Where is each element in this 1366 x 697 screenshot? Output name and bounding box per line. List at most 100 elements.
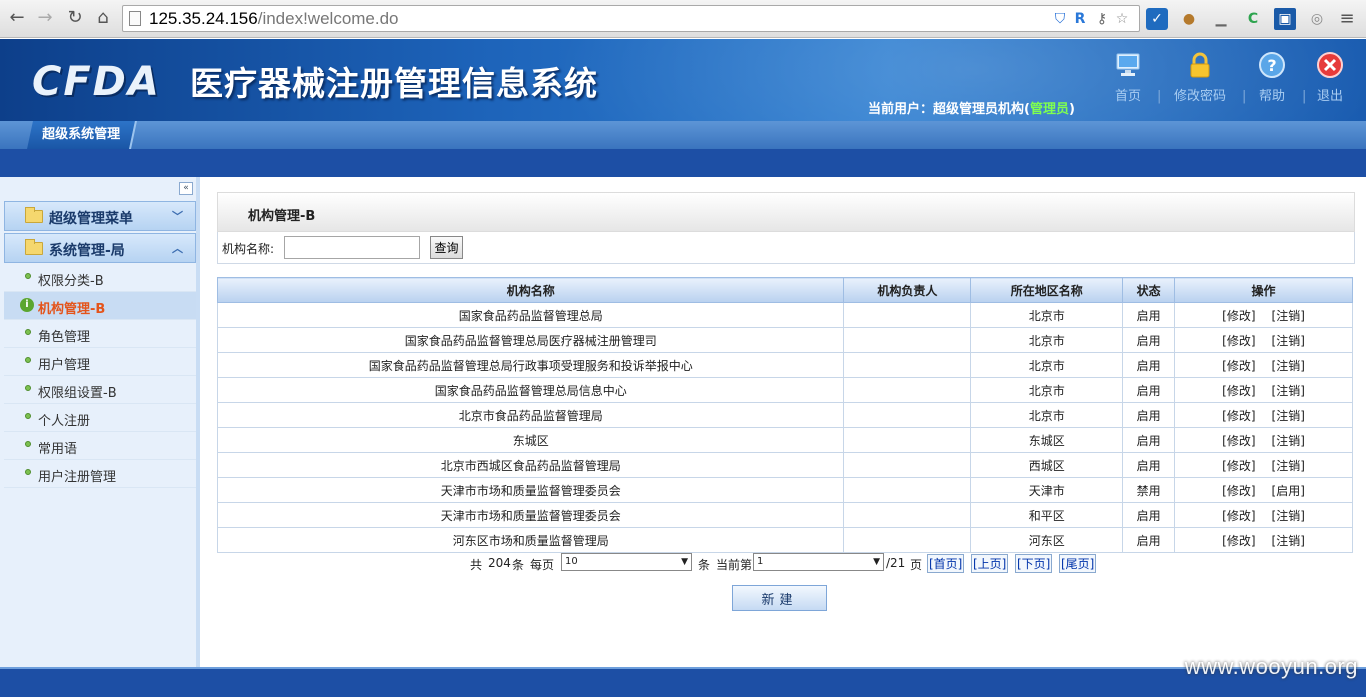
- edit-link[interactable]: [修改]: [1222, 534, 1255, 548]
- col-region[interactable]: 所在地区名称: [970, 277, 1124, 303]
- actions-cell: [修改] [注销]: [1174, 527, 1353, 553]
- owner-cell: [843, 452, 972, 478]
- menu-icon[interactable]: ≡: [1336, 8, 1358, 30]
- prev-page-link[interactable]: [上页]: [971, 554, 1009, 573]
- owner-cell: [843, 502, 972, 528]
- page-select[interactable]: 1 ▼: [753, 553, 884, 571]
- circle-icon[interactable]: ◎: [1306, 8, 1328, 30]
- org-name-cell: 北京市西城区食品药品监督管理局: [216, 452, 845, 478]
- edit-link[interactable]: [修改]: [1222, 409, 1255, 423]
- help-button[interactable]: ? 帮助: [1242, 51, 1302, 104]
- menu-group-system-admin[interactable]: 系统管理-局 ︿: [4, 233, 196, 263]
- sidebar-item-user-management[interactable]: 用户管理: [4, 348, 196, 376]
- toggle-status-link[interactable]: [注销]: [1272, 409, 1305, 423]
- sidebar-item-personal-registration[interactable]: 个人注册: [4, 404, 196, 432]
- question-icon: ?: [1259, 52, 1285, 78]
- sidebar-item-permission-group[interactable]: 权限组设置-B: [4, 376, 196, 404]
- toggle-status-link[interactable]: [注销]: [1272, 509, 1305, 523]
- toggle-status-link[interactable]: [启用]: [1272, 484, 1305, 498]
- sidebar-item-permission-category[interactable]: 权限分类-B: [4, 264, 196, 292]
- col-owner[interactable]: 机构负责人: [843, 277, 972, 303]
- sidebar-item-role-management[interactable]: 角色管理: [4, 320, 196, 348]
- toggle-status-link[interactable]: [注销]: [1272, 309, 1305, 323]
- actions-cell: [修改] [启用]: [1174, 477, 1353, 503]
- edit-link[interactable]: [修改]: [1222, 359, 1255, 373]
- panel-header: 机构管理-B: [217, 192, 1355, 232]
- per-page-select[interactable]: 10 ▼: [561, 553, 692, 571]
- sidebar-item-common-phrases[interactable]: 常用语: [4, 432, 196, 460]
- table-row: 国家食品药品监督管理总局 北京市 启用 [修改] [注销]: [216, 302, 1353, 328]
- monitor-icon: [1116, 53, 1140, 76]
- page-icon: [129, 11, 141, 26]
- toggle-status-link[interactable]: [注销]: [1272, 534, 1305, 548]
- col-status[interactable]: 状态: [1122, 277, 1176, 303]
- toggle-status-link[interactable]: [注销]: [1272, 334, 1305, 348]
- chevron-up-icon: ︿: [172, 242, 183, 255]
- edit-link[interactable]: [修改]: [1222, 509, 1255, 523]
- home-button[interactable]: 首页: [1098, 51, 1158, 104]
- tab-super-system-admin[interactable]: 超级系统管理: [27, 121, 137, 149]
- collapse-sidebar-button[interactable]: «: [179, 182, 193, 195]
- extension-check-icon[interactable]: ✓: [1146, 8, 1168, 30]
- table-row: 天津市市场和质量监督管理委员会 和平区 启用 [修改] [注销]: [216, 502, 1353, 528]
- new-button[interactable]: 新建: [732, 585, 827, 611]
- status-cell: 启用: [1122, 352, 1176, 378]
- bullet-icon: [25, 357, 31, 363]
- change-password-button[interactable]: 修改密码: [1170, 51, 1230, 104]
- status-cell: 启用: [1122, 502, 1176, 528]
- region-cell: 北京市: [970, 377, 1124, 403]
- table-row: 国家食品药品监督管理总局信息中心 北京市 启用 [修改] [注销]: [216, 377, 1353, 403]
- table-row: 天津市市场和质量监督管理委员会 天津市 禁用 [修改] [启用]: [216, 477, 1353, 503]
- shield-icon[interactable]: ⛉: [1051, 10, 1069, 28]
- toggle-status-link[interactable]: [注销]: [1272, 459, 1305, 473]
- toggle-status-link[interactable]: [注销]: [1272, 434, 1305, 448]
- app-header: CFDA 医疗器械注册管理信息系统 当前用户：超级管理员机构(管理员) 首页 |…: [0, 39, 1366, 121]
- next-page-link[interactable]: [下页]: [1015, 554, 1053, 573]
- table-row: 东城区 东城区 启用 [修改] [注销]: [216, 427, 1353, 453]
- extension-c-icon[interactable]: C: [1242, 8, 1264, 30]
- home-icon[interactable]: ⌂: [92, 7, 114, 29]
- logout-button[interactable]: 退出: [1300, 51, 1360, 104]
- module-tab-bar: 超级系统管理: [0, 121, 1366, 149]
- reload-icon[interactable]: ↻: [64, 7, 86, 29]
- dropdown-arrow-icon: ▼: [873, 557, 880, 567]
- actions-cell: [修改] [注销]: [1174, 377, 1353, 403]
- region-cell: 河东区: [970, 527, 1124, 553]
- sidebar-item-user-registration[interactable]: 用户注册管理: [4, 460, 196, 488]
- folder-icon: [25, 207, 43, 223]
- edit-link[interactable]: [修改]: [1222, 384, 1255, 398]
- status-cell: 启用: [1122, 427, 1176, 453]
- actions-cell: [修改] [注销]: [1174, 402, 1353, 428]
- edit-link[interactable]: [修改]: [1222, 334, 1255, 348]
- first-page-link[interactable]: [首页]: [927, 554, 965, 573]
- edit-link[interactable]: [修改]: [1222, 484, 1255, 498]
- dropdown-arrow-icon: ▼: [681, 557, 688, 567]
- edit-link[interactable]: [修改]: [1222, 459, 1255, 473]
- edit-link[interactable]: [修改]: [1222, 309, 1255, 323]
- col-org-name[interactable]: 机构名称: [216, 277, 845, 303]
- system-title: 医疗器械注册管理信息系统: [190, 64, 598, 103]
- forward-icon[interactable]: →: [34, 7, 56, 29]
- org-name-input[interactable]: [284, 236, 420, 259]
- browser-toolbar: ← → ↻ ⌂ 125.35.24.156/index!welcome.do ⛉…: [0, 0, 1366, 38]
- toggle-status-link[interactable]: [注销]: [1272, 359, 1305, 373]
- status-cell: 启用: [1122, 527, 1176, 553]
- query-button[interactable]: 查询: [430, 236, 463, 259]
- toggle-status-link[interactable]: [注销]: [1272, 384, 1305, 398]
- menu-group-super-admin[interactable]: 超级管理菜单 ﹀: [4, 201, 196, 231]
- address-bar[interactable]: 125.35.24.156/index!welcome.do ⛉ R ⚷ ☆: [122, 5, 1140, 32]
- region-cell: 北京市: [970, 302, 1124, 328]
- key-icon[interactable]: ⚷: [1093, 10, 1111, 28]
- sidebar-item-org-management[interactable]: i 机构管理-B: [4, 292, 196, 320]
- last-page-link[interactable]: [尾页]: [1059, 554, 1097, 573]
- owner-cell: [843, 377, 972, 403]
- actions-cell: [修改] [注销]: [1174, 302, 1353, 328]
- owner-cell: [843, 402, 972, 428]
- translate-icon[interactable]: R: [1071, 10, 1089, 28]
- star-icon[interactable]: ☆: [1113, 10, 1131, 28]
- download-icon[interactable]: ▁: [1210, 8, 1232, 30]
- back-icon[interactable]: ←: [6, 7, 28, 29]
- edit-link[interactable]: [修改]: [1222, 434, 1255, 448]
- extension-window-icon[interactable]: ▣: [1274, 8, 1296, 30]
- cookie-icon[interactable]: ●: [1178, 8, 1200, 30]
